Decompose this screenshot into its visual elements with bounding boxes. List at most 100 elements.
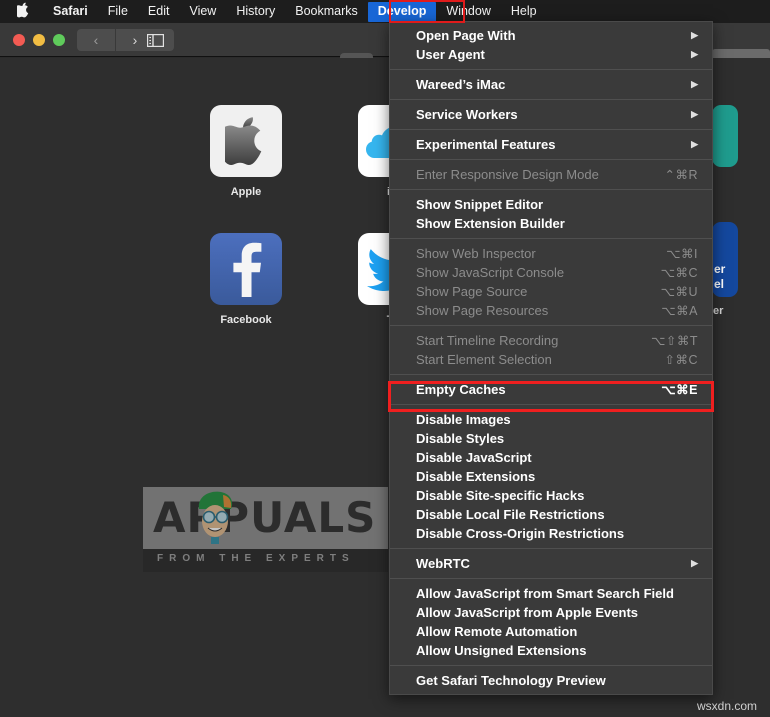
menu-item-experimental-features[interactable]: Experimental Features ▶ bbox=[390, 135, 712, 154]
menu-item-label: User Agent bbox=[416, 47, 485, 62]
chevron-left-icon: ‹ bbox=[93, 32, 99, 48]
menubar-item-help[interactable]: Help bbox=[501, 2, 547, 22]
menu-item-label: Start Timeline Recording bbox=[416, 333, 559, 348]
menu-item-enter-responsive-design-mode: Enter Responsive Design Mode ⌃⌘R bbox=[390, 165, 712, 184]
menu-item-shortcut: ⌃⌘R bbox=[664, 168, 698, 182]
menu-item-show-snippet-editor[interactable]: Show Snippet Editor bbox=[390, 195, 712, 214]
apple-logo-icon bbox=[14, 2, 29, 18]
window-maximize-button[interactable] bbox=[53, 34, 65, 46]
menu-item-shortcut: ⌥⌘I bbox=[666, 247, 698, 261]
menu-item-label: Start Element Selection bbox=[416, 352, 552, 367]
menu-item-disable-styles[interactable]: Disable Styles bbox=[390, 429, 712, 448]
menu-item-disable-images[interactable]: Disable Images bbox=[390, 410, 712, 429]
menubar-item-bookmarks[interactable]: Bookmarks bbox=[285, 2, 368, 22]
menu-item-show-page-source: Show Page Source ⌥⌘U bbox=[390, 282, 712, 301]
menu-separator bbox=[390, 159, 712, 160]
menu-item-allow-javascript-from-apple-events[interactable]: Allow JavaScript from Apple Events bbox=[390, 603, 712, 622]
menubar-item-view[interactable]: View bbox=[179, 2, 226, 22]
menu-item-label: Disable Styles bbox=[416, 431, 505, 446]
menu-separator bbox=[390, 99, 712, 100]
menu-item-wareed-s-imac[interactable]: Wareed’s iMac ▶ bbox=[390, 75, 712, 94]
menu-item-show-web-inspector: Show Web Inspector ⌥⌘I bbox=[390, 244, 712, 263]
menubar-item-history[interactable]: History bbox=[226, 2, 285, 22]
menu-item-allow-remote-automation[interactable]: Allow Remote Automation bbox=[390, 622, 712, 641]
facebook-tile[interactable] bbox=[210, 233, 282, 305]
menu-item-allow-unsigned-extensions[interactable]: Allow Unsigned Extensions bbox=[390, 641, 712, 660]
menu-item-disable-extensions[interactable]: Disable Extensions bbox=[390, 467, 712, 486]
menubar-item-window[interactable]: Window bbox=[436, 2, 500, 22]
menu-item-allow-javascript-from-smart-search-field[interactable]: Allow JavaScript from Smart Search Field bbox=[390, 584, 712, 603]
menu-separator bbox=[390, 129, 712, 130]
menu-separator bbox=[390, 325, 712, 326]
menu-item-disable-local-file-restrictions[interactable]: Disable Local File Restrictions bbox=[390, 505, 712, 524]
menu-item-label: Disable Extensions bbox=[416, 469, 536, 484]
menu-item-label: Allow Remote Automation bbox=[416, 624, 578, 639]
menu-item-shortcut: ⌥⌘E bbox=[661, 383, 698, 397]
menu-item-label: Show Extension Builder bbox=[416, 216, 565, 231]
menu-item-shortcut: ⌥⇧⌘T bbox=[650, 334, 698, 348]
menu-item-start-element-selection: Start Element Selection ⇧⌘C bbox=[390, 350, 712, 369]
menu-item-shortcut: ⇧⌘C bbox=[664, 353, 698, 367]
apple-menu-icon[interactable] bbox=[11, 2, 43, 21]
menu-item-open-page-with[interactable]: Open Page With ▶ bbox=[390, 26, 712, 45]
menu-item-service-workers[interactable]: Service Workers ▶ bbox=[390, 105, 712, 124]
develop-dropdown-menu[interactable]: Open Page With ▶ User Agent ▶ Wareed’s iMac ▶… bbox=[389, 21, 713, 695]
menu-item-disable-site-specific-hacks[interactable]: Disable Site-specific Hacks bbox=[390, 486, 712, 505]
submenu-arrow-icon: ▶ bbox=[691, 79, 698, 89]
menu-item-label: Disable Images bbox=[416, 412, 511, 427]
menu-item-empty-caches[interactable]: Empty Caches ⌥⌘E bbox=[390, 380, 712, 399]
corner-watermark: wsxdn.com bbox=[697, 699, 758, 713]
menubar-item-safari[interactable]: Safari bbox=[43, 2, 98, 22]
menu-item-label: Experimental Features bbox=[416, 137, 556, 152]
menubar-item-file[interactable]: File bbox=[98, 2, 138, 22]
menu-separator bbox=[390, 404, 712, 405]
menu-separator bbox=[390, 578, 712, 579]
menu-item-label: Enter Responsive Design Mode bbox=[416, 167, 599, 182]
blue-tile-line2: el bbox=[714, 277, 725, 291]
menu-separator bbox=[390, 238, 712, 239]
menu-item-label: Open Page With bbox=[416, 28, 516, 43]
menu-item-label: Get Safari Technology Preview bbox=[416, 673, 606, 688]
menu-item-user-agent[interactable]: User Agent ▶ bbox=[390, 45, 712, 64]
menu-separator bbox=[390, 69, 712, 70]
submenu-arrow-icon: ▶ bbox=[691, 139, 698, 149]
menu-item-disable-javascript[interactable]: Disable JavaScript bbox=[390, 448, 712, 467]
sidebar-toggle-button[interactable] bbox=[137, 29, 174, 51]
menu-item-label: Disable Cross-Origin Restrictions bbox=[416, 526, 625, 541]
window-minimize-button[interactable] bbox=[33, 34, 45, 46]
menu-item-label: Allow JavaScript from Smart Search Field bbox=[416, 586, 674, 601]
menu-item-label: Show Page Source bbox=[416, 284, 528, 299]
menu-item-label: Wareed’s iMac bbox=[416, 77, 506, 92]
menu-item-shortcut: ⌥⌘C bbox=[660, 266, 698, 280]
favorite-tile-teal-partial[interactable] bbox=[712, 105, 738, 167]
menu-item-label: Show Web Inspector bbox=[416, 246, 536, 261]
sidebar-icon bbox=[147, 33, 164, 47]
watermark-mascot-icon bbox=[198, 491, 233, 544]
menu-item-label: WebRTC bbox=[416, 556, 470, 571]
favorite-facebook[interactable]: Facebook bbox=[210, 233, 282, 326]
apple-tile[interactable] bbox=[210, 105, 282, 177]
menu-item-label: Empty Caches bbox=[416, 382, 506, 397]
menu-item-shortcut: ⌥⌘A bbox=[661, 304, 698, 318]
blue-tile-line1: er bbox=[714, 262, 726, 276]
menu-item-label: Disable JavaScript bbox=[416, 450, 532, 465]
favorite-tile-blue-partial[interactable]: er el bbox=[712, 222, 738, 297]
menubar-item-develop[interactable]: Develop bbox=[367, 1, 437, 22]
menu-item-label: Show JavaScript Console bbox=[416, 265, 565, 280]
menu-item-show-page-resources: Show Page Resources ⌥⌘A bbox=[390, 301, 712, 320]
menu-item-disable-cross-origin-restrictions[interactable]: Disable Cross-Origin Restrictions bbox=[390, 524, 712, 543]
menu-separator bbox=[390, 548, 712, 549]
menu-separator bbox=[390, 189, 712, 190]
menu-item-get-safari-technology-preview[interactable]: Get Safari Technology Preview bbox=[390, 671, 712, 690]
menu-item-show-extension-builder[interactable]: Show Extension Builder bbox=[390, 214, 712, 233]
macos-menubar: Safari File Edit View History Bookmarks Develo… bbox=[0, 0, 770, 23]
menu-item-webrtc[interactable]: WebRTC ▶ bbox=[390, 554, 712, 573]
menubar-item-edit[interactable]: Edit bbox=[138, 2, 180, 22]
window-close-button[interactable] bbox=[13, 34, 25, 46]
back-button[interactable]: ‹ bbox=[77, 29, 115, 51]
menu-item-label: Allow JavaScript from Apple Events bbox=[416, 605, 639, 620]
watermark-brand: APPUALS bbox=[153, 493, 377, 542]
menu-separator bbox=[390, 665, 712, 666]
menu-item-show-javascript-console: Show JavaScript Console ⌥⌘C bbox=[390, 263, 712, 282]
favorite-apple[interactable]: Apple bbox=[210, 105, 282, 198]
